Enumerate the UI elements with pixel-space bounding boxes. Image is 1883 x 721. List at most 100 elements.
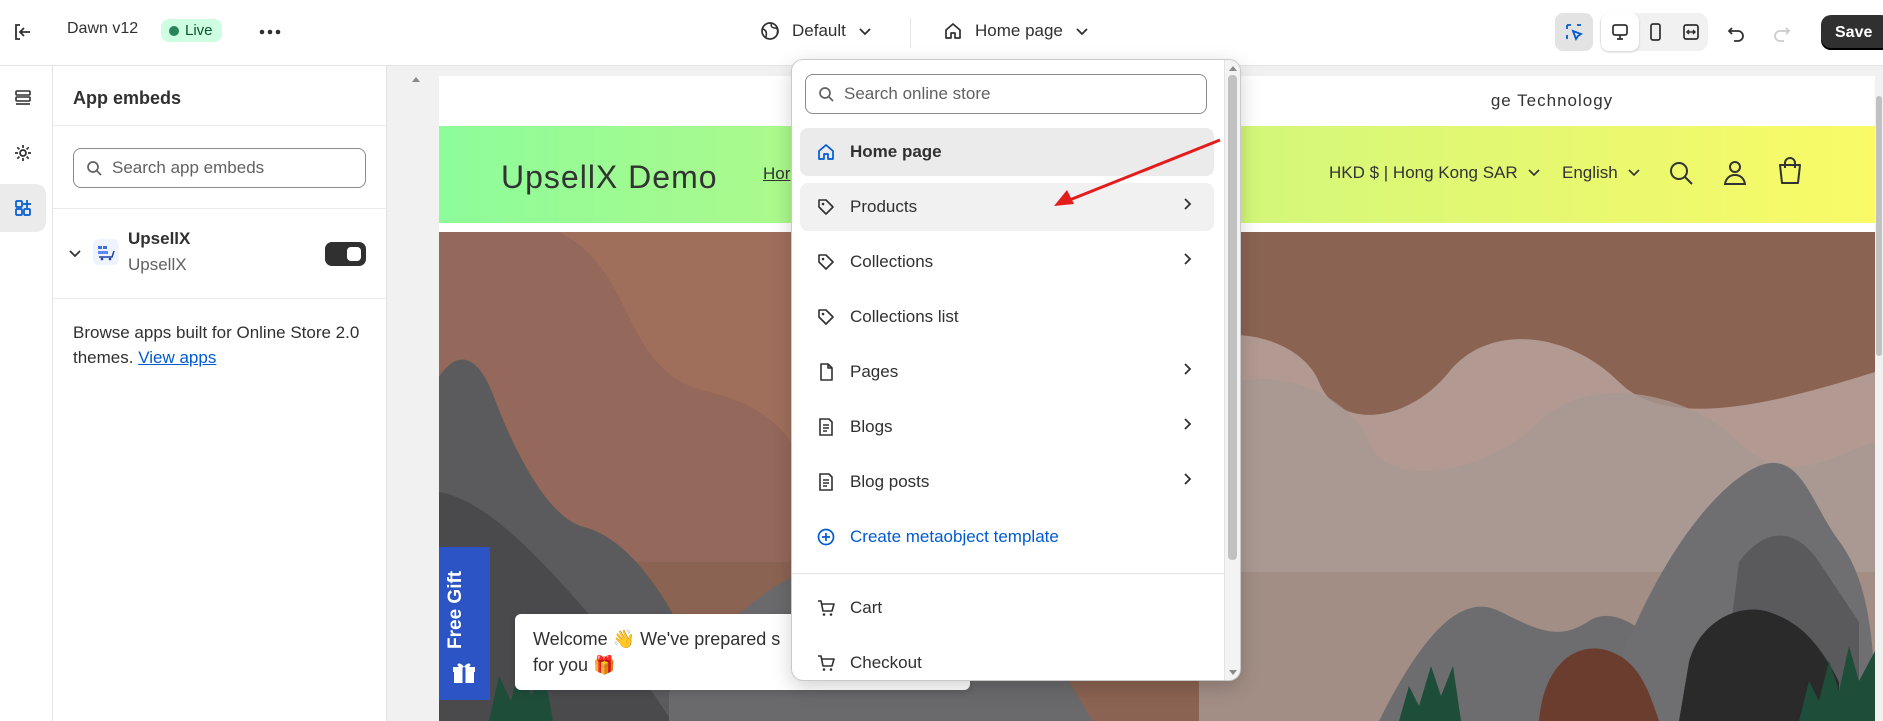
dropdown-item-pages[interactable]: Pages [800,348,1214,396]
dropdown-item-collections[interactable]: Collections [800,238,1214,286]
undo-icon[interactable] [1717,13,1755,51]
chevron-down-icon [1076,27,1088,35]
free-gift-label: Free Gift [445,570,466,649]
blog-icon [814,415,838,439]
app-embeds-icon[interactable] [0,184,46,232]
live-label: Live [185,22,213,39]
tag-icon [814,250,838,274]
chevron-right-icon [1184,418,1192,430]
search-placeholder: Search online store [844,84,991,103]
app-logo-icon [93,239,119,265]
cart-icon [814,596,838,620]
dropdown-item-cart[interactable]: Cart [800,584,1214,632]
scroll-thumb[interactable] [1228,75,1237,560]
currency-label: HKD $ | Hong Kong SAR [1329,163,1518,182]
panel-title: App embeds [53,66,386,126]
item-label: Checkout [850,653,922,672]
dropdown-item-checkout[interactable]: Checkout [800,639,1214,680]
item-label: Home page [850,142,942,161]
item-label: Blog posts [850,472,930,491]
full-width-icon[interactable] [1672,13,1710,51]
save-button[interactable]: Save [1821,15,1883,50]
item-label: Pages [850,362,899,381]
theme-selector-label: Default [792,21,846,40]
chevron-down-icon [859,27,871,35]
inspector-icon[interactable] [1555,13,1593,51]
chevron-right-icon [1184,253,1192,265]
dropdown-item-collections-list[interactable]: Collections list [800,293,1214,341]
page-icon [814,360,838,384]
scroll-up-icon [1229,66,1237,71]
cart-icon[interactable] [1775,157,1805,187]
scroll-down-icon [1229,670,1237,675]
search-icon[interactable] [1667,159,1695,187]
language-label: English [1562,163,1618,182]
globe-icon [761,22,779,40]
gift-icon [453,663,475,683]
item-label: Products [850,197,918,216]
browse-apps-text: Browse apps built for Online Store 2.0 t… [73,320,373,370]
store-brand[interactable]: UpsellX Demo [501,159,718,196]
embed-provider: UpsellX [128,255,187,274]
app-embeds-search-input[interactable]: Search app embeds [73,148,366,188]
language-selector[interactable]: English [1562,163,1640,183]
scroll-up-icon[interactable] [412,76,420,82]
item-label: Cart [850,598,883,617]
exit-icon[interactable] [3,13,41,51]
divider [53,298,386,299]
tag-icon [814,195,838,219]
nav-home-link[interactable]: Hor [763,164,790,184]
desktop-icon[interactable] [1601,13,1639,51]
divider [910,18,911,48]
preview-scrollbar[interactable] [1876,96,1882,356]
embed-row-upsellx[interactable]: UpsellX UpsellX [53,209,386,298]
sections-icon[interactable] [0,74,46,122]
item-label: Create metaobject template [850,527,1059,546]
online-store-search-input[interactable]: Search online store [805,74,1207,114]
tag-icon [814,305,838,329]
status-dot [169,25,179,36]
announcement-text: ge Technology [1490,91,1614,110]
chevron-down-icon [1528,169,1540,177]
plus-circle-icon [814,525,838,549]
item-label: Collections list [850,307,959,326]
editor-rail [0,66,53,721]
divider [792,573,1225,574]
dropdown-item-blogs[interactable]: Blogs [800,403,1214,451]
more-actions-icon[interactable] [251,13,289,51]
free-gift-tab[interactable]: Free Gift [439,547,490,700]
annotation-arrow [1054,138,1221,206]
dropdown-scrollbar[interactable] [1224,60,1240,680]
search-icon [819,87,834,102]
view-apps-link[interactable]: View apps [138,348,216,367]
app-embeds-panel: App embeds Search app embeds UpsellX Ups… [53,66,400,721]
theme-name: Dawn v12 [67,20,139,37]
chevron-down-icon[interactable] [68,249,82,258]
theme-selector[interactable]: Default [760,21,872,41]
page-selector-label: Home page [975,21,1063,40]
account-icon[interactable] [1721,158,1749,186]
chevron-right-icon [1184,473,1192,485]
search-icon [87,161,102,176]
item-label: Blogs [850,417,893,436]
dropdown-item-create-metaobject-template[interactable]: Create metaobject template [800,513,1214,561]
blog-icon [814,470,838,494]
toggle-knob [347,247,361,261]
dropdown-item-blog-posts[interactable]: Blog posts [800,458,1214,506]
chevron-right-icon [1184,363,1192,375]
settings-icon[interactable] [0,129,46,177]
home-icon [814,140,838,164]
top-bar: Dawn v12 Live Default Home page Save [0,0,1883,66]
chevron-down-icon [1628,169,1640,177]
embed-name: UpsellX [128,229,191,248]
embed-toggle[interactable] [325,242,366,266]
search-placeholder: Search app embeds [112,158,265,177]
home-icon [945,23,961,39]
currency-selector[interactable]: HKD $ | Hong Kong SAR [1329,163,1540,183]
redo-icon[interactable] [1763,13,1801,51]
cart-icon [814,651,838,675]
item-label: Collections [850,252,934,271]
live-badge: Live [161,19,222,42]
page-selector[interactable]: Home page [943,21,1089,41]
mobile-icon[interactable] [1636,13,1674,51]
